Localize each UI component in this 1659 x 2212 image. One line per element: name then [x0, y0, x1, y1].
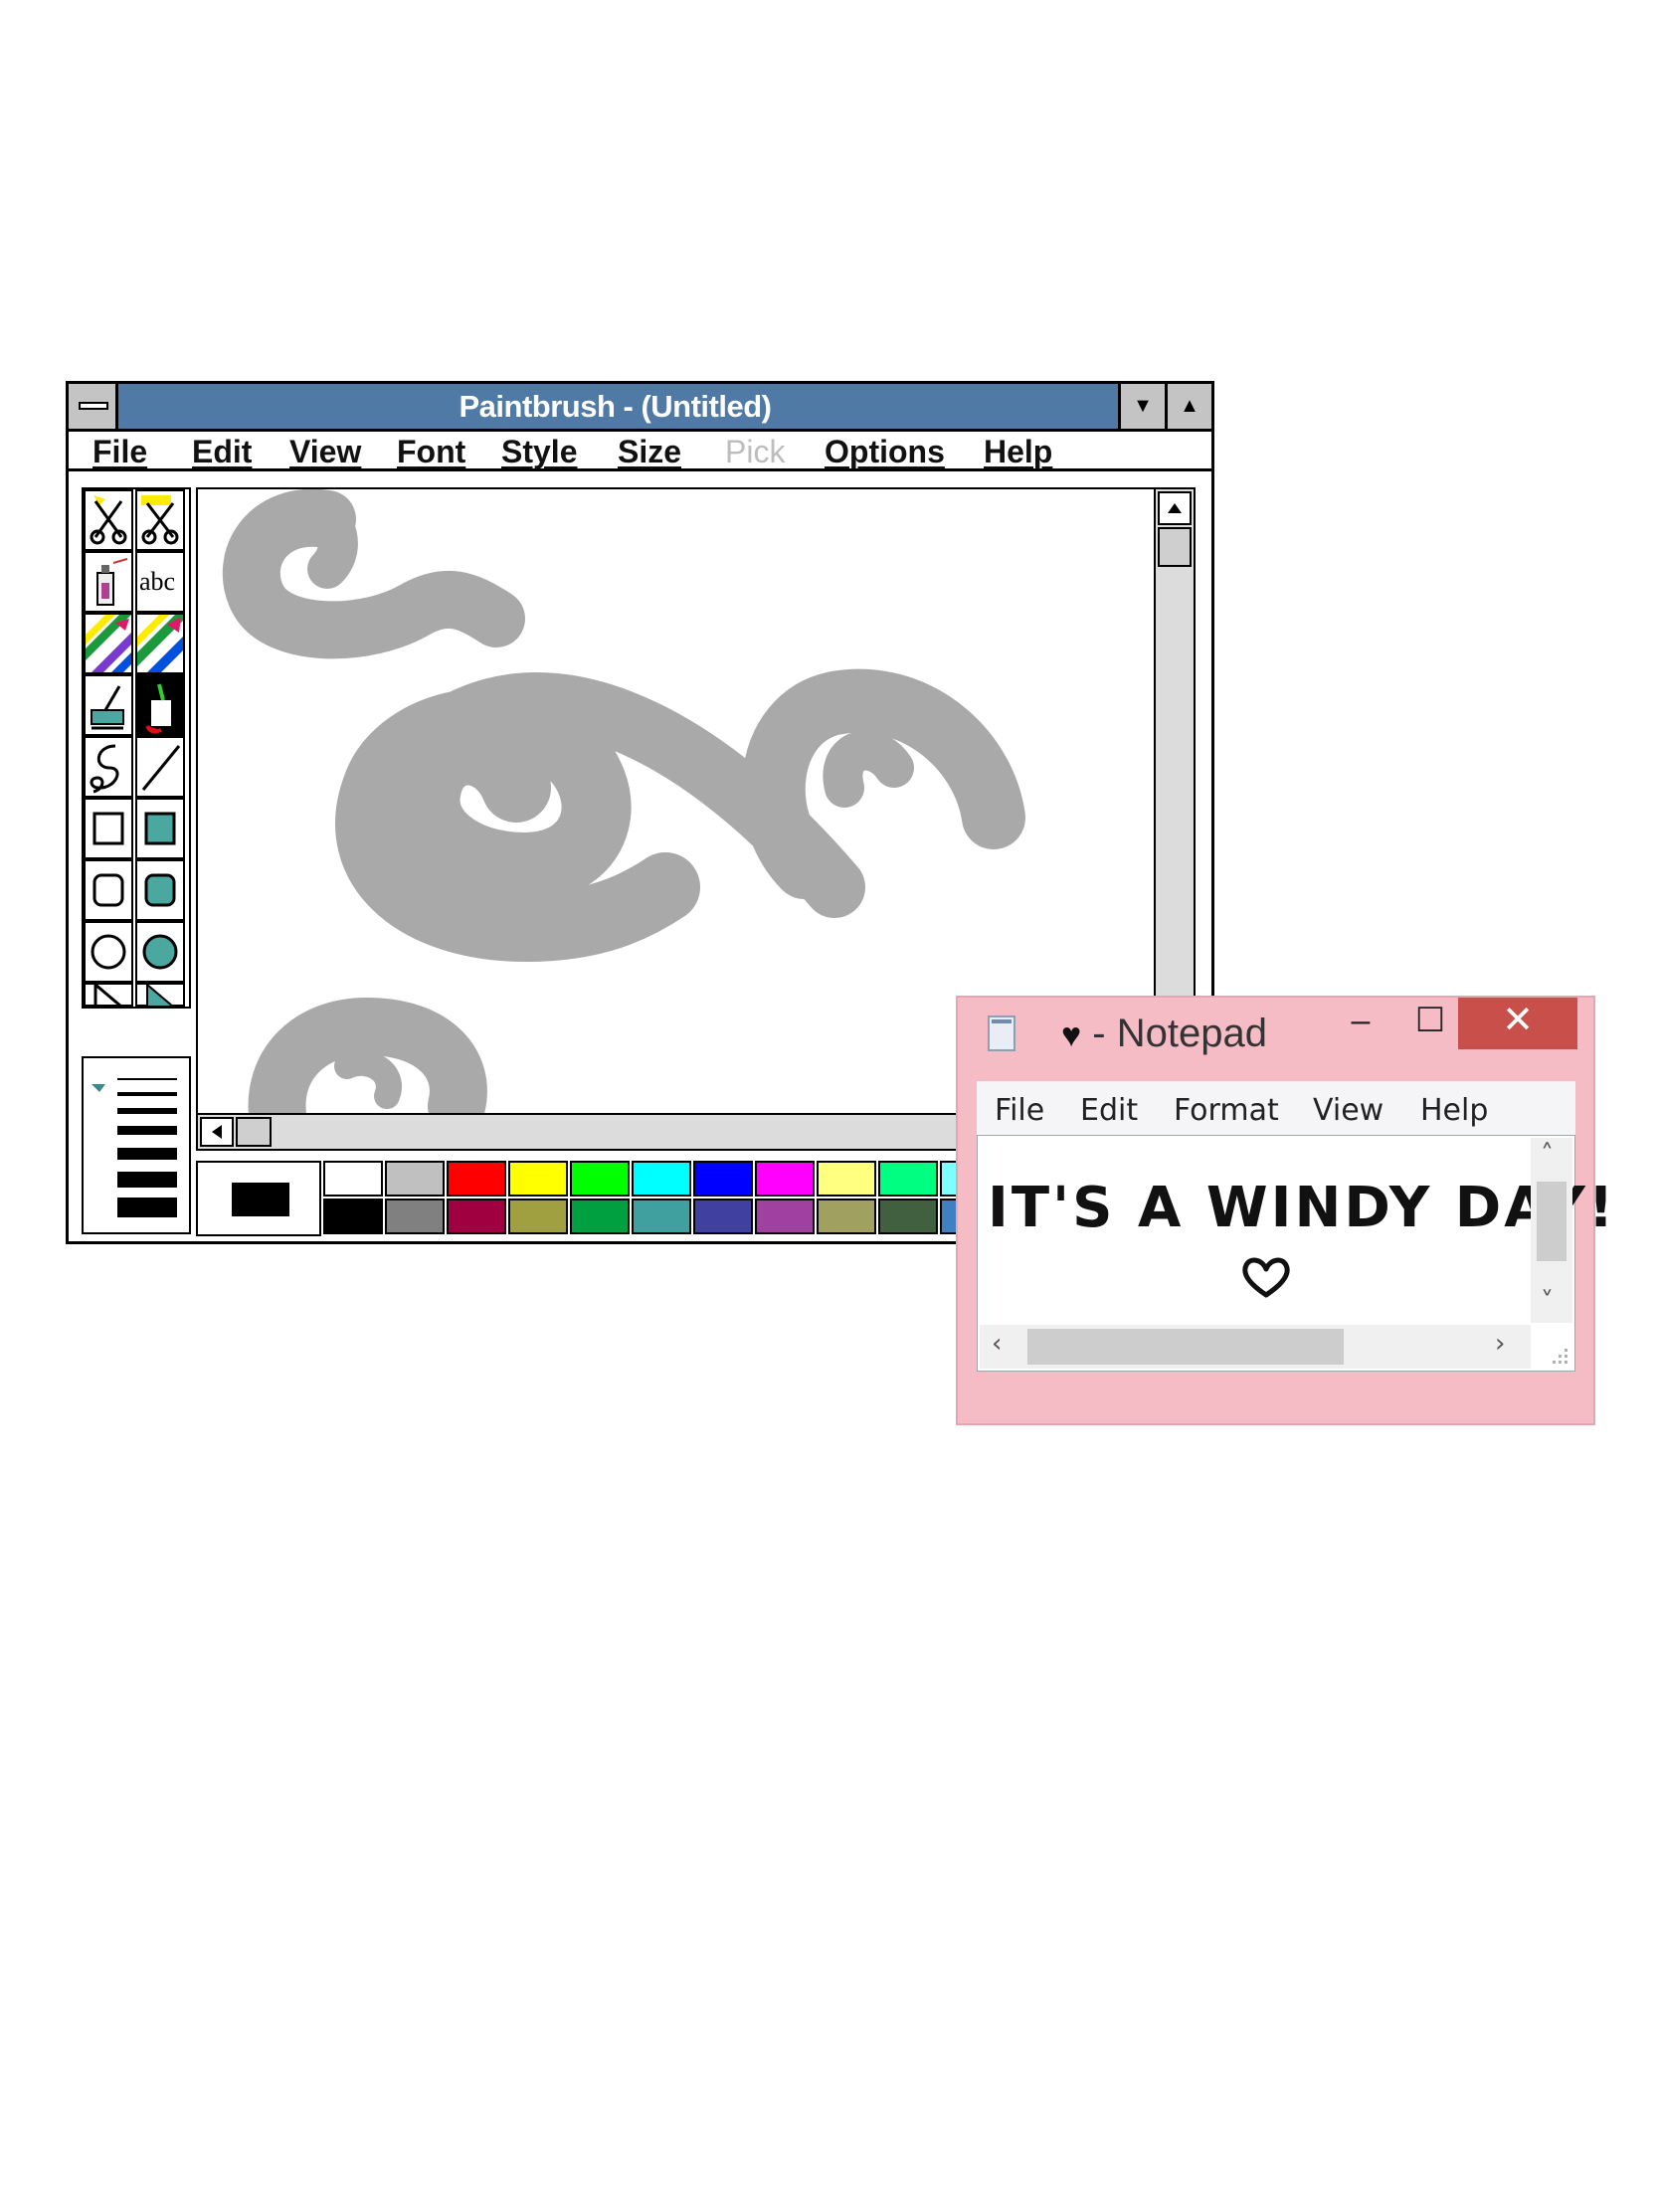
menu-view[interactable]: View	[1313, 1093, 1383, 1128]
palette-swatch[interactable]	[755, 1198, 815, 1234]
window-title: ♥ - Notepad	[1061, 1012, 1267, 1056]
toolbox: abc	[82, 487, 191, 1009]
palette-swatch[interactable]	[878, 1161, 938, 1197]
menu-help[interactable]: Help	[984, 434, 1052, 470]
palette-swatch[interactable]	[632, 1198, 691, 1234]
menu-view[interactable]: View	[289, 434, 361, 470]
palette-swatch[interactable]	[447, 1161, 506, 1197]
scroll-left-icon[interactable]: ‹	[992, 1329, 1002, 1359]
window-title: Paintbrush - (Untitled)	[459, 389, 772, 424]
brush-icon[interactable]	[135, 674, 185, 736]
current-color-indicator	[196, 1161, 321, 1236]
palette-swatch[interactable]	[693, 1198, 753, 1234]
scroll-down-icon[interactable]: ˅	[1541, 1287, 1554, 1317]
menu-format[interactable]: Format	[1174, 1093, 1279, 1128]
filled-polygon-icon[interactable]	[135, 982, 185, 1008]
palette-swatch[interactable]	[385, 1198, 445, 1234]
resize-grip-icon[interactable]	[1545, 1341, 1570, 1367]
rounded-box-icon[interactable]	[84, 859, 133, 921]
eraser-icon[interactable]	[135, 613, 185, 674]
text-tool-icon[interactable]: abc	[135, 551, 185, 613]
scroll-thumb[interactable]	[1537, 1182, 1567, 1261]
scroll-up-icon[interactable]: ˄	[1541, 1140, 1554, 1170]
menu-size[interactable]: Size	[618, 434, 681, 470]
palette-swatch[interactable]	[323, 1198, 383, 1234]
palette-swatch[interactable]	[817, 1198, 876, 1234]
polygon-icon[interactable]	[84, 983, 133, 1009]
system-menu-button[interactable]	[69, 384, 118, 429]
title-bar[interactable]: Paintbrush - (Untitled) ▼ ▲	[69, 384, 1211, 432]
curve-icon[interactable]	[84, 736, 133, 798]
foreground-color	[232, 1183, 289, 1216]
palette-swatch[interactable]	[447, 1198, 506, 1234]
pick-scissors-icon[interactable]	[135, 489, 185, 551]
palette-swatch[interactable]	[817, 1161, 876, 1197]
menu-edit[interactable]: Edit	[1080, 1093, 1138, 1128]
filled-box-icon[interactable]	[135, 798, 185, 859]
paint-roller-icon[interactable]	[84, 674, 133, 736]
menu-font[interactable]: Font	[397, 434, 465, 470]
palette-swatch[interactable]	[570, 1198, 630, 1234]
palette-swatch[interactable]	[755, 1161, 815, 1197]
filled-rounded-box-icon[interactable]	[135, 859, 185, 921]
box-icon[interactable]	[84, 798, 133, 859]
menu-options[interactable]: Options	[825, 434, 945, 470]
minimize-button[interactable]: ▼	[1118, 384, 1165, 429]
notepad-window: ♥ - Notepad – ☐ ✕ File Edit Format View …	[956, 996, 1613, 1425]
heart-icon	[1242, 1257, 1290, 1298]
scroll-thumb[interactable]	[1027, 1329, 1344, 1365]
palette-swatch[interactable]	[508, 1161, 568, 1197]
scroll-thumb[interactable]	[1158, 527, 1192, 567]
close-button[interactable]: ✕	[1458, 998, 1577, 1049]
menu-edit[interactable]: Edit	[192, 434, 252, 470]
menu-pick: Pick	[725, 434, 786, 469]
vertical-scrollbar[interactable]: ˄ ˅	[1531, 1138, 1572, 1323]
filled-circle-icon[interactable]	[135, 921, 185, 983]
airbrush-icon[interactable]	[84, 551, 133, 613]
notepad-icon[interactable]	[988, 1015, 1015, 1051]
scissors-icon[interactable]	[84, 489, 133, 551]
minimize-button[interactable]: –	[1326, 998, 1395, 1049]
palette-swatch[interactable]	[323, 1161, 383, 1197]
line-width-selector[interactable]	[82, 1056, 191, 1234]
window-title-text: - Notepad	[1081, 1012, 1267, 1055]
color-eraser-icon[interactable]	[84, 613, 133, 674]
scroll-thumb[interactable]	[236, 1117, 272, 1147]
menu-bar: File Edit Format View Help	[977, 1081, 1575, 1135]
line-width-options	[92, 1078, 177, 1217]
menu-style[interactable]: Style	[501, 434, 577, 470]
editor-content: IT'S A WINDY DAY!	[988, 1176, 1617, 1240]
palette-swatch[interactable]	[385, 1161, 445, 1197]
palette-swatch[interactable]	[878, 1198, 938, 1234]
text-editor[interactable]: IT'S A WINDY DAY! ˄ ˅ ‹ ›	[977, 1135, 1613, 1372]
line-icon[interactable]	[135, 736, 185, 798]
maximize-button[interactable]: ▲	[1165, 384, 1211, 429]
palette-swatch[interactable]	[570, 1161, 630, 1197]
menu-bar: File Edit View Font Style Size Pick Opti…	[69, 432, 1211, 471]
scroll-left-arrow-icon[interactable]	[200, 1117, 234, 1147]
palette-swatch[interactable]	[632, 1161, 691, 1197]
menu-file[interactable]: File	[995, 1093, 1044, 1128]
heart-icon: ♥	[1061, 1016, 1082, 1054]
scroll-right-icon[interactable]: ›	[1495, 1329, 1505, 1359]
circle-icon[interactable]	[84, 921, 133, 983]
menu-help[interactable]: Help	[1420, 1093, 1488, 1128]
palette-swatch[interactable]	[508, 1198, 568, 1234]
horizontal-scrollbar[interactable]: ‹ ›	[980, 1325, 1531, 1369]
palette-swatch[interactable]	[693, 1161, 753, 1197]
maximize-button[interactable]: ☐	[1395, 998, 1465, 1049]
menu-file[interactable]: File	[92, 434, 147, 470]
scroll-up-arrow-icon[interactable]	[1158, 491, 1192, 525]
